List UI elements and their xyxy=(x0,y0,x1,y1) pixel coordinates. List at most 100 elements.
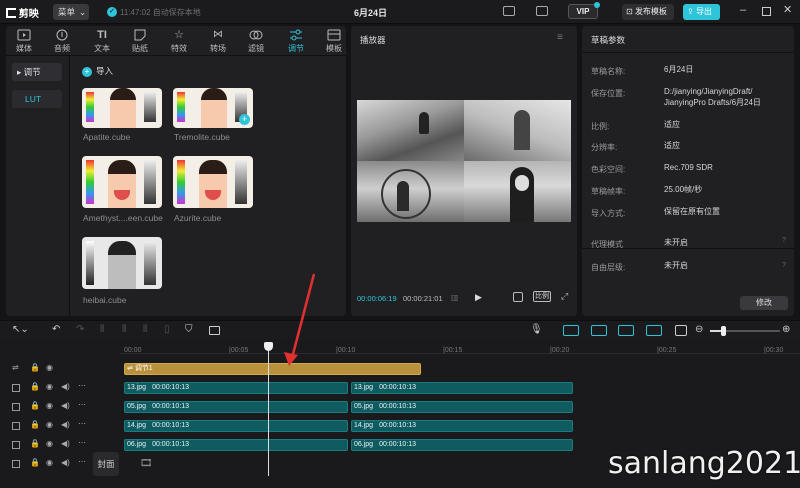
ruler-tick: |00:05 xyxy=(229,347,249,354)
shield-icon[interactable]: ⛉ xyxy=(185,324,193,335)
zoom-out-icon[interactable]: ⊖ xyxy=(695,324,703,335)
tab-effects[interactable]: ☆ 特效 xyxy=(163,29,195,54)
playhead[interactable] xyxy=(268,346,269,476)
video-clip[interactable]: 05.jpg 00:00:10:13 xyxy=(351,401,573,413)
field-value: 25.00帧/秒 xyxy=(664,185,703,194)
tab-sticker[interactable]: 贴纸 xyxy=(124,29,156,54)
current-time: 00:00:06:19 xyxy=(357,294,397,303)
add-icon[interactable]: + xyxy=(239,114,250,125)
lock-icon[interactable]: 🔒 xyxy=(30,382,40,391)
publish-template-button[interactable]: ⊡ 发布模板 xyxy=(622,4,674,20)
lut-thumbnail[interactable] xyxy=(173,156,253,208)
lock-icon[interactable]: 🔒 xyxy=(30,401,40,410)
more-icon[interactable]: ⋯ xyxy=(78,457,86,466)
volume-icon[interactable]: ◀) xyxy=(61,458,70,467)
sidebar-item-adjust[interactable]: ▸ 调节 xyxy=(12,63,62,81)
preview-axis-icon[interactable] xyxy=(646,325,662,336)
export-button[interactable]: ⇪ 导出 xyxy=(683,4,720,20)
video-clip[interactable]: 13.jpg 00:00:10:13 xyxy=(124,382,348,394)
delete-icon[interactable]: ▯ xyxy=(164,324,170,335)
close-icon[interactable]: ✕ xyxy=(783,3,792,16)
minimize-icon[interactable]: – xyxy=(740,4,746,16)
fullscreen-crop-icon[interactable] xyxy=(513,292,523,302)
image-icon[interactable] xyxy=(209,326,220,335)
volume-icon[interactable]: ◀) xyxy=(61,420,70,429)
split-icon[interactable]: ⫴ xyxy=(100,324,104,335)
shortcut-icon[interactable] xyxy=(536,6,548,16)
eye-icon[interactable]: ◉ xyxy=(46,420,54,429)
auto-snap-icon[interactable] xyxy=(591,325,607,336)
eye-icon[interactable]: ◉ xyxy=(46,363,54,372)
play-button[interactable]: ▶ xyxy=(475,292,482,303)
zoom-slider-handle[interactable] xyxy=(721,326,726,336)
field-value: 6月24日 xyxy=(664,65,694,74)
more-icon[interactable]: ⋯ xyxy=(78,400,86,409)
transition-icon: ⋈ xyxy=(213,29,223,40)
lock-icon[interactable]: 🔒 xyxy=(30,439,40,448)
edit-button[interactable]: 修改 xyxy=(740,296,788,310)
video-clip[interactable]: 06.jpg 00:00:10:13 xyxy=(124,439,348,451)
tab-adjust[interactable]: 调节 xyxy=(280,29,312,54)
sidebar-item-lut[interactable]: LUT xyxy=(12,90,62,108)
eye-icon[interactable]: ◉ xyxy=(46,458,54,467)
select-cursor-icon[interactable]: ↖⌄ xyxy=(12,324,29,335)
volume-icon[interactable]: ◀) xyxy=(61,401,70,410)
lock-icon[interactable]: 🔒 xyxy=(30,458,40,467)
lock-icon[interactable]: 🔒 xyxy=(30,363,40,372)
thumbnail-view-icon[interactable] xyxy=(675,325,687,336)
video-clip[interactable]: 13.jpg 00:00:10:13 xyxy=(351,382,573,394)
split-right-icon[interactable]: ⫴ xyxy=(143,324,147,335)
eye-icon[interactable]: ◉ xyxy=(46,382,54,391)
more-icon[interactable]: ⋯ xyxy=(78,438,86,447)
tab-media[interactable]: 媒体 xyxy=(8,29,40,54)
expand-icon[interactable]: ⤢ xyxy=(561,291,568,302)
help-icon[interactable]: ? xyxy=(782,237,786,244)
lut-thumbnail[interactable] xyxy=(82,156,162,208)
menu-icon[interactable]: ≡ xyxy=(557,32,563,43)
video-clip[interactable]: 14.jpg 00:00:10:13 xyxy=(351,420,573,432)
draft-title: 草稿参数 xyxy=(591,35,626,45)
split-left-icon[interactable]: ⫴ xyxy=(122,324,126,335)
eye-icon[interactable]: ◉ xyxy=(46,439,54,448)
more-icon[interactable]: ⋯ xyxy=(78,381,86,390)
linkage-icon[interactable] xyxy=(618,325,634,336)
more-icon[interactable]: ⋯ xyxy=(78,419,86,428)
video-clip[interactable]: 05.jpg 00:00:10:13 xyxy=(124,401,348,413)
layout-icon[interactable] xyxy=(503,6,515,16)
tab-filter[interactable]: 滤镜 xyxy=(240,29,272,54)
video-clip[interactable]: 14.jpg 00:00:10:13 xyxy=(124,420,348,432)
ruler-tick: |00:10 xyxy=(336,347,356,354)
ratio-button[interactable]: 比例 xyxy=(533,291,551,302)
zoom-in-icon[interactable]: ⊕ xyxy=(782,324,790,335)
tab-text[interactable]: TI 文本 xyxy=(86,29,118,54)
app-logo: 剪映 xyxy=(6,5,46,20)
player-panel: 播放器 ≡ 00:00:06:19 00:00:21:01 ▥ ▶ 比例 ⤢ xyxy=(351,26,577,316)
publish-icon: ⊡ xyxy=(626,7,633,16)
tab-transition[interactable]: ⋈ 转场 xyxy=(202,29,234,54)
lut-name: heibai.cube xyxy=(83,295,127,305)
lut-thumbnail[interactable] xyxy=(82,88,162,128)
redo-icon[interactable]: ↷ xyxy=(76,324,84,335)
lut-thumbnail[interactable]: + xyxy=(173,88,253,128)
eye-icon[interactable]: ◉ xyxy=(46,401,54,410)
menu-button[interactable]: 菜单 ⌄ xyxy=(53,4,89,20)
tab-template[interactable]: 模板 xyxy=(318,29,346,54)
volume-icon[interactable]: ◀) xyxy=(61,382,70,391)
lock-icon[interactable]: 🔒 xyxy=(30,420,40,429)
cover-button[interactable]: 封面 xyxy=(93,452,119,476)
volume-icon[interactable]: ◀) xyxy=(61,439,70,448)
video-clip[interactable]: 06.jpg 00:00:10:13 xyxy=(351,439,573,451)
undo-icon[interactable]: ↶ xyxy=(52,324,60,335)
autosave-status: 11:47:02 自动保存本地 xyxy=(120,8,201,17)
lut-thumbnail[interactable] xyxy=(82,237,162,289)
main-track-magnet-icon[interactable] xyxy=(563,325,579,336)
maximize-icon[interactable] xyxy=(762,7,771,16)
help-icon[interactable]: ? xyxy=(782,262,786,269)
microphone-icon[interactable]: 🎙 xyxy=(530,324,543,335)
import-button[interactable]: + 导入 xyxy=(82,64,126,78)
main-track-header: 🔒 ◉ ◀) ⋯ xyxy=(6,457,92,471)
preview-photo xyxy=(464,161,571,222)
vip-button[interactable]: VIP xyxy=(568,2,600,19)
field-value: 未开启 xyxy=(664,261,688,270)
tab-audio[interactable]: 音频 xyxy=(46,29,78,54)
